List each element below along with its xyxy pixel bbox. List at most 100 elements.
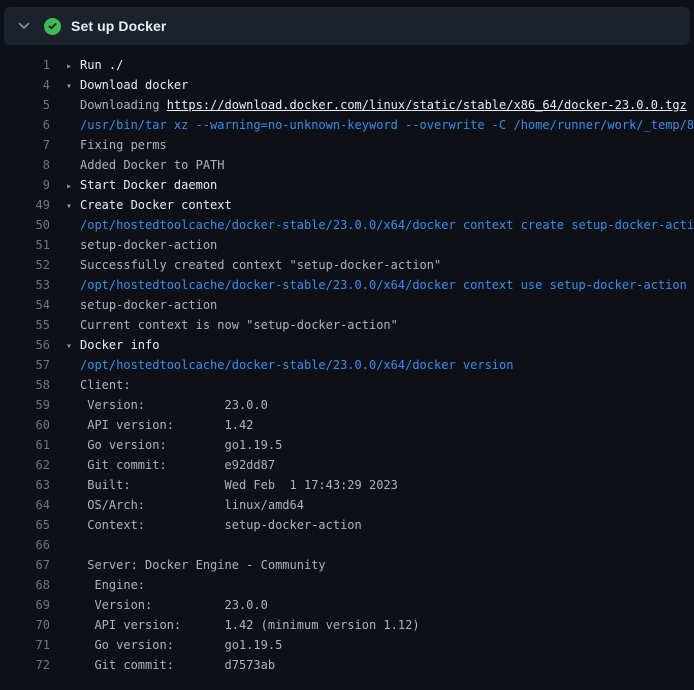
log-line: 54 setup-docker-action bbox=[0, 295, 694, 315]
triangle-down-icon[interactable]: ▾ bbox=[66, 77, 80, 95]
line-number[interactable]: 8 bbox=[0, 155, 50, 175]
line-number[interactable]: 67 bbox=[0, 555, 50, 575]
line-number[interactable]: 68 bbox=[0, 575, 50, 595]
log-group-line[interactable]: 4 ▾Download docker bbox=[0, 75, 694, 95]
line-number[interactable]: 71 bbox=[0, 635, 50, 655]
log-line: 65 Context: setup-docker-action bbox=[0, 515, 694, 535]
line-number[interactable]: 70 bbox=[0, 615, 50, 635]
group-title: Run ./ bbox=[80, 55, 123, 75]
log-text: API version: 1.42 (minimum version 1.12) bbox=[80, 615, 420, 635]
log-line: 5 Downloading https://download.docker.com… bbox=[0, 95, 694, 115]
line-number[interactable]: 1 bbox=[0, 55, 50, 75]
log-group-line[interactable]: 56 ▾Docker info bbox=[0, 335, 694, 355]
line-number[interactable]: 61 bbox=[0, 435, 50, 455]
triangle-right-icon[interactable]: ▸ bbox=[66, 177, 80, 195]
log-text: setup-docker-action bbox=[80, 235, 217, 255]
line-number[interactable]: 53 bbox=[0, 275, 50, 295]
log-line: 62 Git commit: e92dd87 bbox=[0, 455, 694, 475]
log-text: Successfully created context "setup-dock… bbox=[80, 255, 441, 275]
log-link[interactable]: https://download.docker.com/linux/static… bbox=[167, 98, 687, 112]
step-title: Set up Docker bbox=[71, 18, 166, 34]
group-title: Docker info bbox=[80, 335, 159, 355]
log-line: 7 Fixing perms bbox=[0, 135, 694, 155]
line-number[interactable]: 58 bbox=[0, 375, 50, 395]
group-title: Start Docker daemon bbox=[80, 175, 217, 195]
log-group-line[interactable]: 1 ▸Run ./ bbox=[0, 55, 694, 75]
log-line: 6/usr/bin/tar xz --warning=no-unknown-ke… bbox=[0, 115, 694, 135]
log-line: 53/opt/hostedtoolcache/docker-stable/23.… bbox=[0, 275, 694, 295]
log-line: 66 bbox=[0, 535, 694, 555]
log-line: 8 Added Docker to PATH bbox=[0, 155, 694, 175]
log-line: 51 setup-docker-action bbox=[0, 235, 694, 255]
line-number[interactable]: 56 bbox=[0, 335, 50, 355]
log-text: Downloading https://download.docker.com/… bbox=[80, 95, 687, 115]
log-text: Client: bbox=[80, 375, 131, 395]
log-command-text: /opt/hostedtoolcache/docker-stable/23.0.… bbox=[80, 215, 694, 235]
log-line: 61 Go version: go1.19.5 bbox=[0, 435, 694, 455]
log-text: Current context is now "setup-docker-act… bbox=[80, 315, 398, 335]
group-title: Download docker bbox=[80, 75, 188, 95]
log-line: 72 Git commit: d7573ab bbox=[0, 655, 694, 675]
triangle-down-icon[interactable]: ▾ bbox=[66, 197, 80, 215]
log-text: Git commit: e92dd87 bbox=[80, 455, 275, 475]
log-command-text: /opt/hostedtoolcache/docker-stable/23.0.… bbox=[80, 355, 513, 375]
log-text: Downloading bbox=[80, 98, 167, 112]
log-group-line[interactable]: 9 ▸Start Docker daemon bbox=[0, 175, 694, 195]
log-text: setup-docker-action bbox=[80, 295, 217, 315]
log-line: 60 API version: 1.42 bbox=[0, 415, 694, 435]
log-text: Context: setup-docker-action bbox=[80, 515, 362, 535]
line-number[interactable]: 9 bbox=[0, 175, 50, 195]
log-line: 69 Version: 23.0.0 bbox=[0, 595, 694, 615]
log-command-text: /opt/hostedtoolcache/docker-stable/23.0.… bbox=[80, 275, 687, 295]
chevron-down-icon[interactable] bbox=[16, 18, 32, 34]
log-line: 57/opt/hostedtoolcache/docker-stable/23.… bbox=[0, 355, 694, 375]
log-line: 68 Engine: bbox=[0, 575, 694, 595]
log-text: Version: 23.0.0 bbox=[80, 395, 268, 415]
log-text: Go version: go1.19.5 bbox=[80, 635, 282, 655]
check-circle-icon bbox=[44, 18, 61, 35]
step-header[interactable]: Set up Docker bbox=[4, 7, 690, 45]
log-text: Added Docker to PATH bbox=[80, 155, 225, 175]
line-number[interactable]: 50 bbox=[0, 215, 50, 235]
log-line: 55 Current context is now "setup-docker-a… bbox=[0, 315, 694, 335]
line-number[interactable]: 72 bbox=[0, 655, 50, 675]
triangle-right-icon[interactable]: ▸ bbox=[66, 57, 80, 75]
line-number[interactable]: 64 bbox=[0, 495, 50, 515]
log-line: 52 Successfully created context "setup-do… bbox=[0, 255, 694, 275]
line-number[interactable]: 63 bbox=[0, 475, 50, 495]
line-number[interactable]: 7 bbox=[0, 135, 50, 155]
log-text: Fixing perms bbox=[80, 135, 167, 155]
line-number[interactable]: 52 bbox=[0, 255, 50, 275]
line-number[interactable]: 65 bbox=[0, 515, 50, 535]
log-text: Go version: go1.19.5 bbox=[80, 435, 282, 455]
log-text: Server: Docker Engine - Community bbox=[80, 555, 326, 575]
line-number[interactable]: 66 bbox=[0, 535, 50, 555]
log-line: 70 API version: 1.42 (minimum version 1.… bbox=[0, 615, 694, 635]
line-number[interactable]: 4 bbox=[0, 75, 50, 95]
log-line: 50/opt/hostedtoolcache/docker-stable/23.… bbox=[0, 215, 694, 235]
log-text: API version: 1.42 bbox=[80, 415, 253, 435]
line-number[interactable]: 59 bbox=[0, 395, 50, 415]
log-text: Engine: bbox=[80, 575, 145, 595]
log-command-text: /usr/bin/tar xz --warning=no-unknown-key… bbox=[80, 115, 694, 135]
line-number[interactable]: 57 bbox=[0, 355, 50, 375]
triangle-down-icon[interactable]: ▾ bbox=[66, 337, 80, 355]
line-number[interactable]: 54 bbox=[0, 295, 50, 315]
log-text: Git commit: d7573ab bbox=[80, 655, 275, 675]
line-number[interactable]: 51 bbox=[0, 235, 50, 255]
line-number[interactable]: 69 bbox=[0, 595, 50, 615]
log-group-line[interactable]: 49 ▾Create Docker context bbox=[0, 195, 694, 215]
log-line: 58 Client: bbox=[0, 375, 694, 395]
log-output: 1▸Run ./4▾Download docker5Downloading ht… bbox=[0, 45, 694, 675]
line-number[interactable]: 55 bbox=[0, 315, 50, 335]
line-number[interactable]: 62 bbox=[0, 455, 50, 475]
log-line: 59 Version: 23.0.0 bbox=[0, 395, 694, 415]
log-text: OS/Arch: linux/amd64 bbox=[80, 495, 304, 515]
group-title: Create Docker context bbox=[80, 195, 232, 215]
line-number[interactable]: 49 bbox=[0, 195, 50, 215]
line-number[interactable]: 60 bbox=[0, 415, 50, 435]
line-number[interactable]: 5 bbox=[0, 95, 50, 115]
log-text: Built: Wed Feb 1 17:43:29 2023 bbox=[80, 475, 398, 495]
log-line: 67 Server: Docker Engine - Community bbox=[0, 555, 694, 575]
line-number[interactable]: 6 bbox=[0, 115, 50, 135]
